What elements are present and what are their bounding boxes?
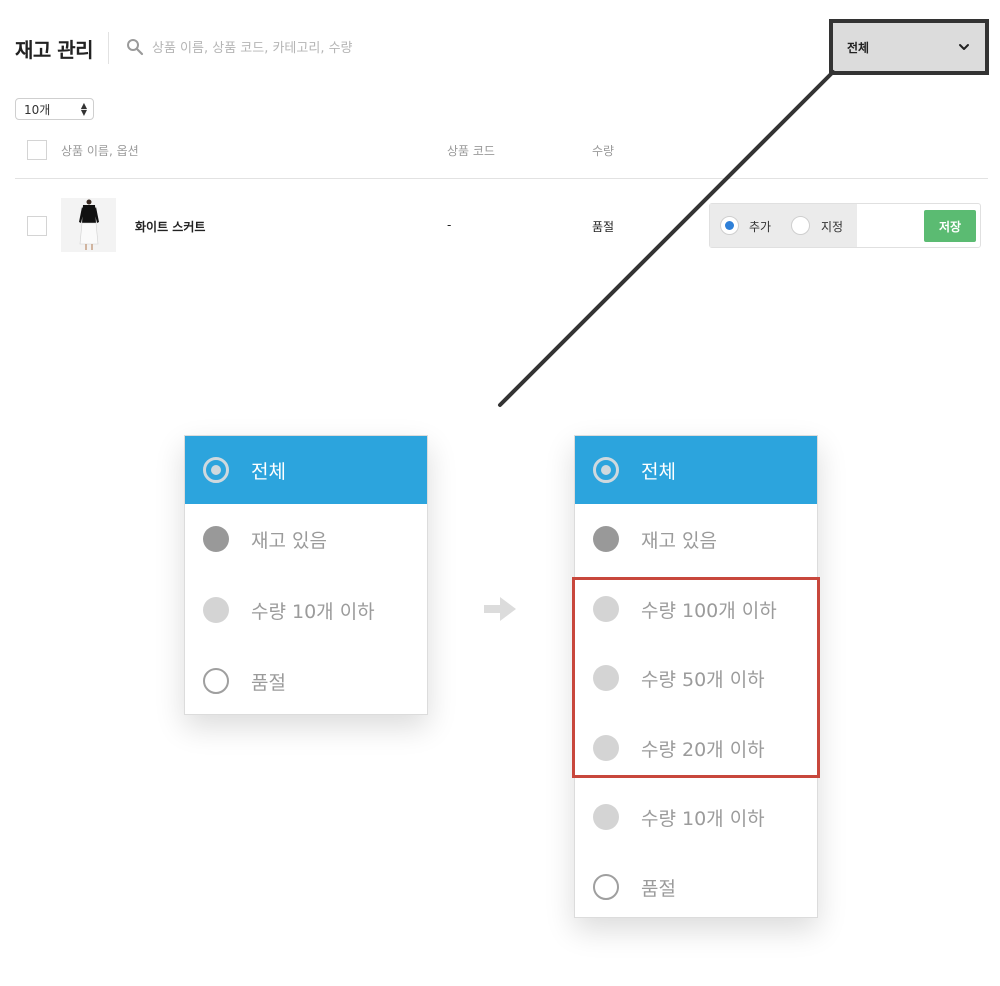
product-thumbnail [61,198,116,252]
page-size-select[interactable]: 10개 ▲ ▼ [15,98,94,120]
search-input[interactable] [152,36,652,60]
sold-out-ring-icon [593,874,619,900]
low-stock-dot-icon [593,596,619,622]
option-qty-20[interactable]: 수량 20개 이하 [575,713,817,783]
option-in-stock[interactable]: 재고 있음 [185,504,427,574]
option-all[interactable]: 전체 [185,436,427,504]
option-all[interactable]: 전체 [575,436,817,504]
option-label: 수량 10개 이하 [641,807,765,830]
radio-selected-icon [203,457,229,483]
option-sold-out[interactable]: 품절 [575,852,817,922]
option-in-stock[interactable]: 재고 있음 [575,504,817,574]
low-stock-dot-icon [203,597,229,623]
row-checkbox[interactable] [27,216,47,236]
option-qty-100[interactable]: 수량 100개 이하 [575,574,817,644]
option-label: 수량 10개 이하 [251,600,375,623]
option-label: 수량 100개 이하 [641,599,777,622]
sold-out-ring-icon [203,668,229,694]
low-stock-dot-icon [593,665,619,691]
sort-updown-icon: ▲ ▼ [80,101,87,117]
option-qty-50[interactable]: 수량 50개 이하 [575,643,817,713]
page-title: 재고 관리 [15,38,94,62]
radio-selected-icon [593,457,619,483]
option-qty-10[interactable]: 수량 10개 이하 [185,575,427,645]
option-label: 품절 [641,877,676,900]
in-stock-dot-icon [593,526,619,552]
option-label: 수량 20개 이하 [641,738,765,761]
product-name[interactable]: 화이트 스커트 [135,218,205,235]
option-label: 전체 [641,460,676,483]
select-all-checkbox[interactable] [27,140,47,160]
option-qty-10[interactable]: 수량 10개 이하 [575,782,817,852]
option-label: 전체 [251,460,286,483]
option-label: 재고 있음 [251,529,327,552]
column-header-quantity: 수량 [592,144,615,158]
callout-connector-line [498,70,835,407]
stock-filter-value: 전체 [847,40,870,55]
low-stock-dot-icon [593,735,619,761]
radio-set[interactable] [791,216,810,235]
option-label: 품절 [251,671,286,694]
column-header-code: 상품 코드 [447,144,495,158]
save-button[interactable]: 저장 [924,210,976,242]
chevron-down-icon [959,44,969,50]
radio-add-label: 추가 [749,220,772,234]
option-label: 재고 있음 [641,529,717,552]
product-quantity: 품절 [592,220,615,234]
option-sold-out[interactable]: 품절 [185,646,427,716]
dropdown-before: 전체 재고 있음 수량 10개 이하 품절 [184,435,428,715]
in-stock-dot-icon [203,526,229,552]
page-size-value: 10개 [24,102,51,117]
radio-add[interactable] [720,216,739,235]
column-header-name: 상품 이름, 옵션 [61,144,139,158]
arrow-right-icon [484,597,516,621]
radio-set-label: 지정 [821,220,844,234]
search-icon [127,39,144,56]
stock-filter-select[interactable]: 전체 [829,19,989,75]
title-divider [108,32,109,64]
dropdown-after: 전체 재고 있음 수량 100개 이하 수량 50개 이하 수량 20개 이하 … [574,435,818,918]
low-stock-dot-icon [593,804,619,830]
stock-editor: 추가 지정 저장 [709,203,981,248]
table-divider [15,178,988,179]
product-code: - [447,218,452,232]
stock-mode-group: 추가 지정 [710,204,857,247]
option-label: 수량 50개 이하 [641,668,765,691]
